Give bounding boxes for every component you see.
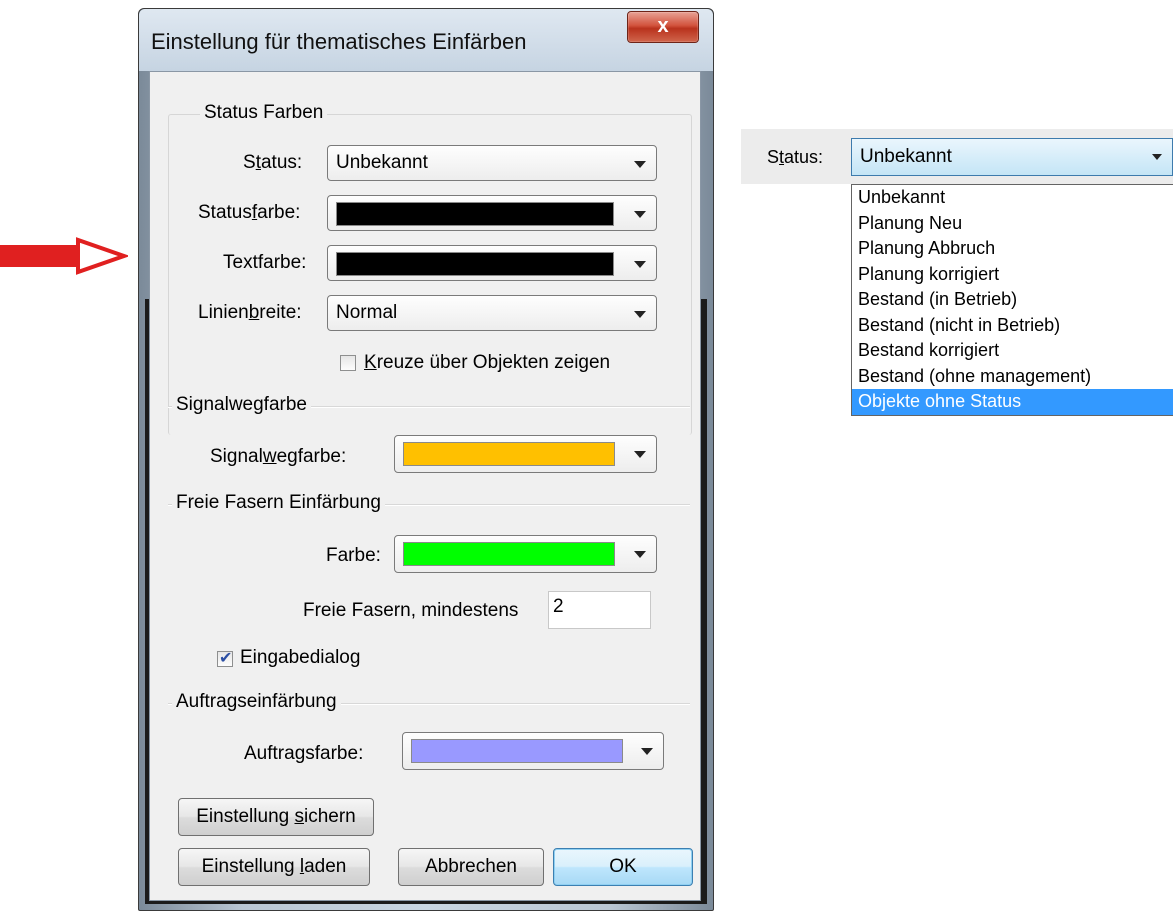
- signal-label: Signalwegfarbe:: [210, 446, 347, 467]
- dropdown-status-value: Unbekannt: [860, 146, 952, 167]
- fibers-min-input[interactable]: 2: [548, 591, 651, 629]
- textfarbe-swatch: [336, 252, 614, 276]
- status-option-selected[interactable]: Objekte ohne Status: [852, 389, 1173, 415]
- chevron-down-icon: [634, 311, 646, 318]
- fibers-min-label: Freie Fasern, mindestens: [303, 600, 519, 621]
- settings-dialog: Einstellung für thematisches Einfärben x…: [138, 8, 714, 911]
- close-icon: x: [657, 15, 669, 37]
- status-option[interactable]: Bestand (ohne management): [852, 364, 1173, 390]
- status-label: Status:: [243, 152, 303, 173]
- signal-combo[interactable]: [394, 435, 657, 473]
- kreuze-checkbox[interactable]: [340, 355, 356, 371]
- statusfarbe-combo[interactable]: [327, 195, 657, 231]
- linienbreite-value: Normal: [336, 302, 398, 323]
- status-option[interactable]: Bestand (nicht in Betrieb): [852, 313, 1173, 339]
- chevron-down-icon: [634, 161, 646, 168]
- chevron-down-icon: [641, 748, 653, 755]
- status-option[interactable]: Unbekannt: [852, 185, 1173, 211]
- fibers-min-value: 2: [553, 596, 564, 617]
- close-button[interactable]: x: [627, 11, 699, 43]
- eingabedialog-label: Eingabedialog: [240, 647, 361, 668]
- load-settings-button[interactable]: Einstellung laden: [178, 848, 370, 886]
- red-arrow-icon: [0, 237, 128, 275]
- dialog-client-area: Status Farben Status: Unbekannt Statusfa…: [149, 71, 701, 901]
- cancel-button[interactable]: Abbrechen: [398, 848, 544, 886]
- fibers-color-label: Farbe:: [326, 545, 381, 566]
- linienbreite-label: Linienbreite:: [198, 302, 302, 323]
- title-bar[interactable]: Einstellung für thematisches Einfärben x: [139, 9, 713, 71]
- chevron-down-icon: [634, 451, 646, 458]
- textfarbe-label: Textfarbe:: [223, 252, 307, 273]
- status-options-list: Unbekannt Planung Neu Planung Abbruch Pl…: [851, 184, 1173, 416]
- chevron-down-icon: [634, 261, 646, 268]
- kreuze-label: Kreuze über Objekten zeigen: [364, 352, 611, 373]
- textfarbe-combo[interactable]: [327, 245, 657, 281]
- ok-button[interactable]: OK: [553, 848, 693, 886]
- fibers-swatch: [403, 542, 615, 566]
- dropdown-status-combo[interactable]: Unbekannt: [851, 138, 1173, 176]
- status-option[interactable]: Planung Abbruch: [852, 236, 1173, 262]
- chevron-down-icon: [634, 551, 646, 558]
- dialog-title: Einstellung für thematisches Einfärben: [151, 29, 527, 54]
- status-colors-title: Status Farben: [200, 102, 328, 124]
- chevron-down-icon: [1152, 154, 1162, 160]
- linienbreite-combo[interactable]: Normal: [327, 295, 657, 331]
- order-swatch: [411, 739, 623, 763]
- statusfarbe-swatch: [336, 202, 614, 226]
- dropdown-status-label: Status:: [767, 147, 824, 167]
- fibers-color-combo[interactable]: [394, 535, 657, 573]
- status-option[interactable]: Bestand (in Betrieb): [852, 287, 1173, 313]
- eingabedialog-checkbox[interactable]: [217, 648, 233, 668]
- status-combo[interactable]: Unbekannt: [327, 145, 657, 181]
- statusfarbe-label: Statusfarbe:: [198, 202, 301, 223]
- order-color-label: Auftragsfarbe:: [244, 743, 364, 764]
- fibers-group-title: Freie Fasern Einfärbung: [172, 492, 385, 514]
- order-color-combo[interactable]: [402, 732, 664, 770]
- status-option[interactable]: Planung Neu: [852, 211, 1173, 237]
- save-settings-button[interactable]: Einstellung sichern: [178, 798, 374, 836]
- status-combo-value: Unbekannt: [336, 152, 428, 173]
- signal-swatch: [403, 442, 615, 466]
- chevron-down-icon: [634, 211, 646, 218]
- order-group-title: Auftragseinfärbung: [172, 691, 341, 713]
- status-option[interactable]: Bestand korrigiert: [852, 338, 1173, 364]
- status-option[interactable]: Planung korrigiert: [852, 262, 1173, 288]
- signal-group-title: Signalwegfarbe: [172, 394, 311, 416]
